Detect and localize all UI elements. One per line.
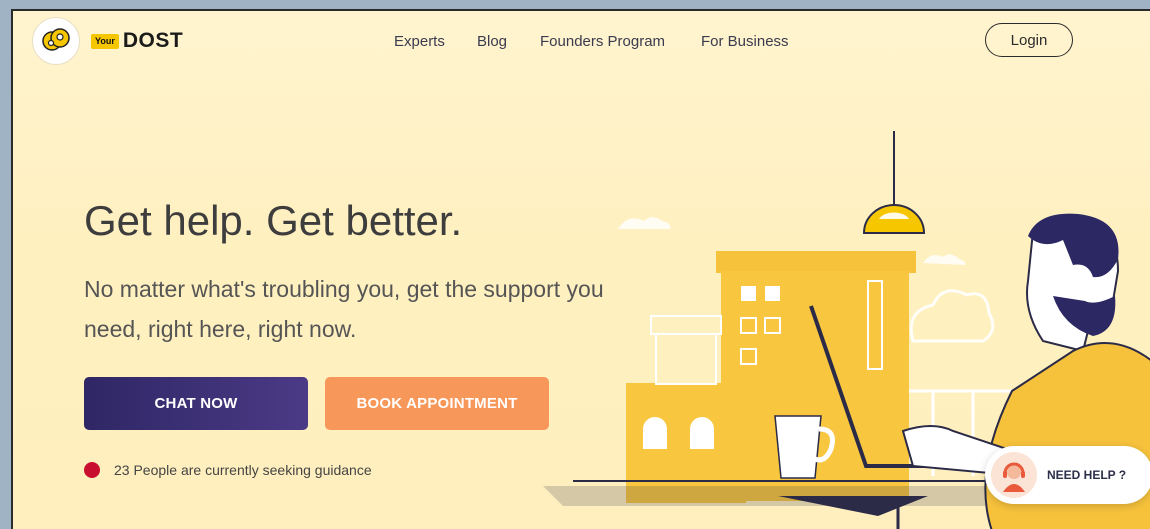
status-dot-icon — [84, 462, 100, 478]
hero-title: Get help. Get better. — [84, 197, 463, 244]
main-nav: Experts Blog Founders Program For Busine… — [13, 33, 1150, 53]
nav-founders-program[interactable]: Founders Program — [540, 33, 665, 50]
nav-blog[interactable]: Blog — [477, 33, 507, 50]
chat-now-button[interactable]: CHAT NOW — [84, 377, 308, 430]
need-help-label: NEED HELP ? — [1047, 468, 1127, 482]
live-status: 23 People are currently seeking guidance — [84, 462, 372, 478]
hero-subtitle: No matter what's troubling you, get the … — [84, 276, 604, 342]
nav-for-business[interactable]: For Business — [701, 33, 789, 50]
login-button[interactable]: Login — [985, 23, 1073, 57]
page-frame: Your DOST Experts Blog Founders Program … — [11, 9, 1150, 529]
headset-agent-icon — [991, 452, 1037, 498]
nav-experts[interactable]: Experts — [394, 33, 445, 50]
book-appointment-button[interactable]: BOOK APPOINTMENT — [325, 377, 549, 430]
need-help-widget[interactable]: NEED HELP ? — [985, 446, 1150, 504]
status-text: 23 People are currently seeking guidance — [114, 462, 372, 478]
